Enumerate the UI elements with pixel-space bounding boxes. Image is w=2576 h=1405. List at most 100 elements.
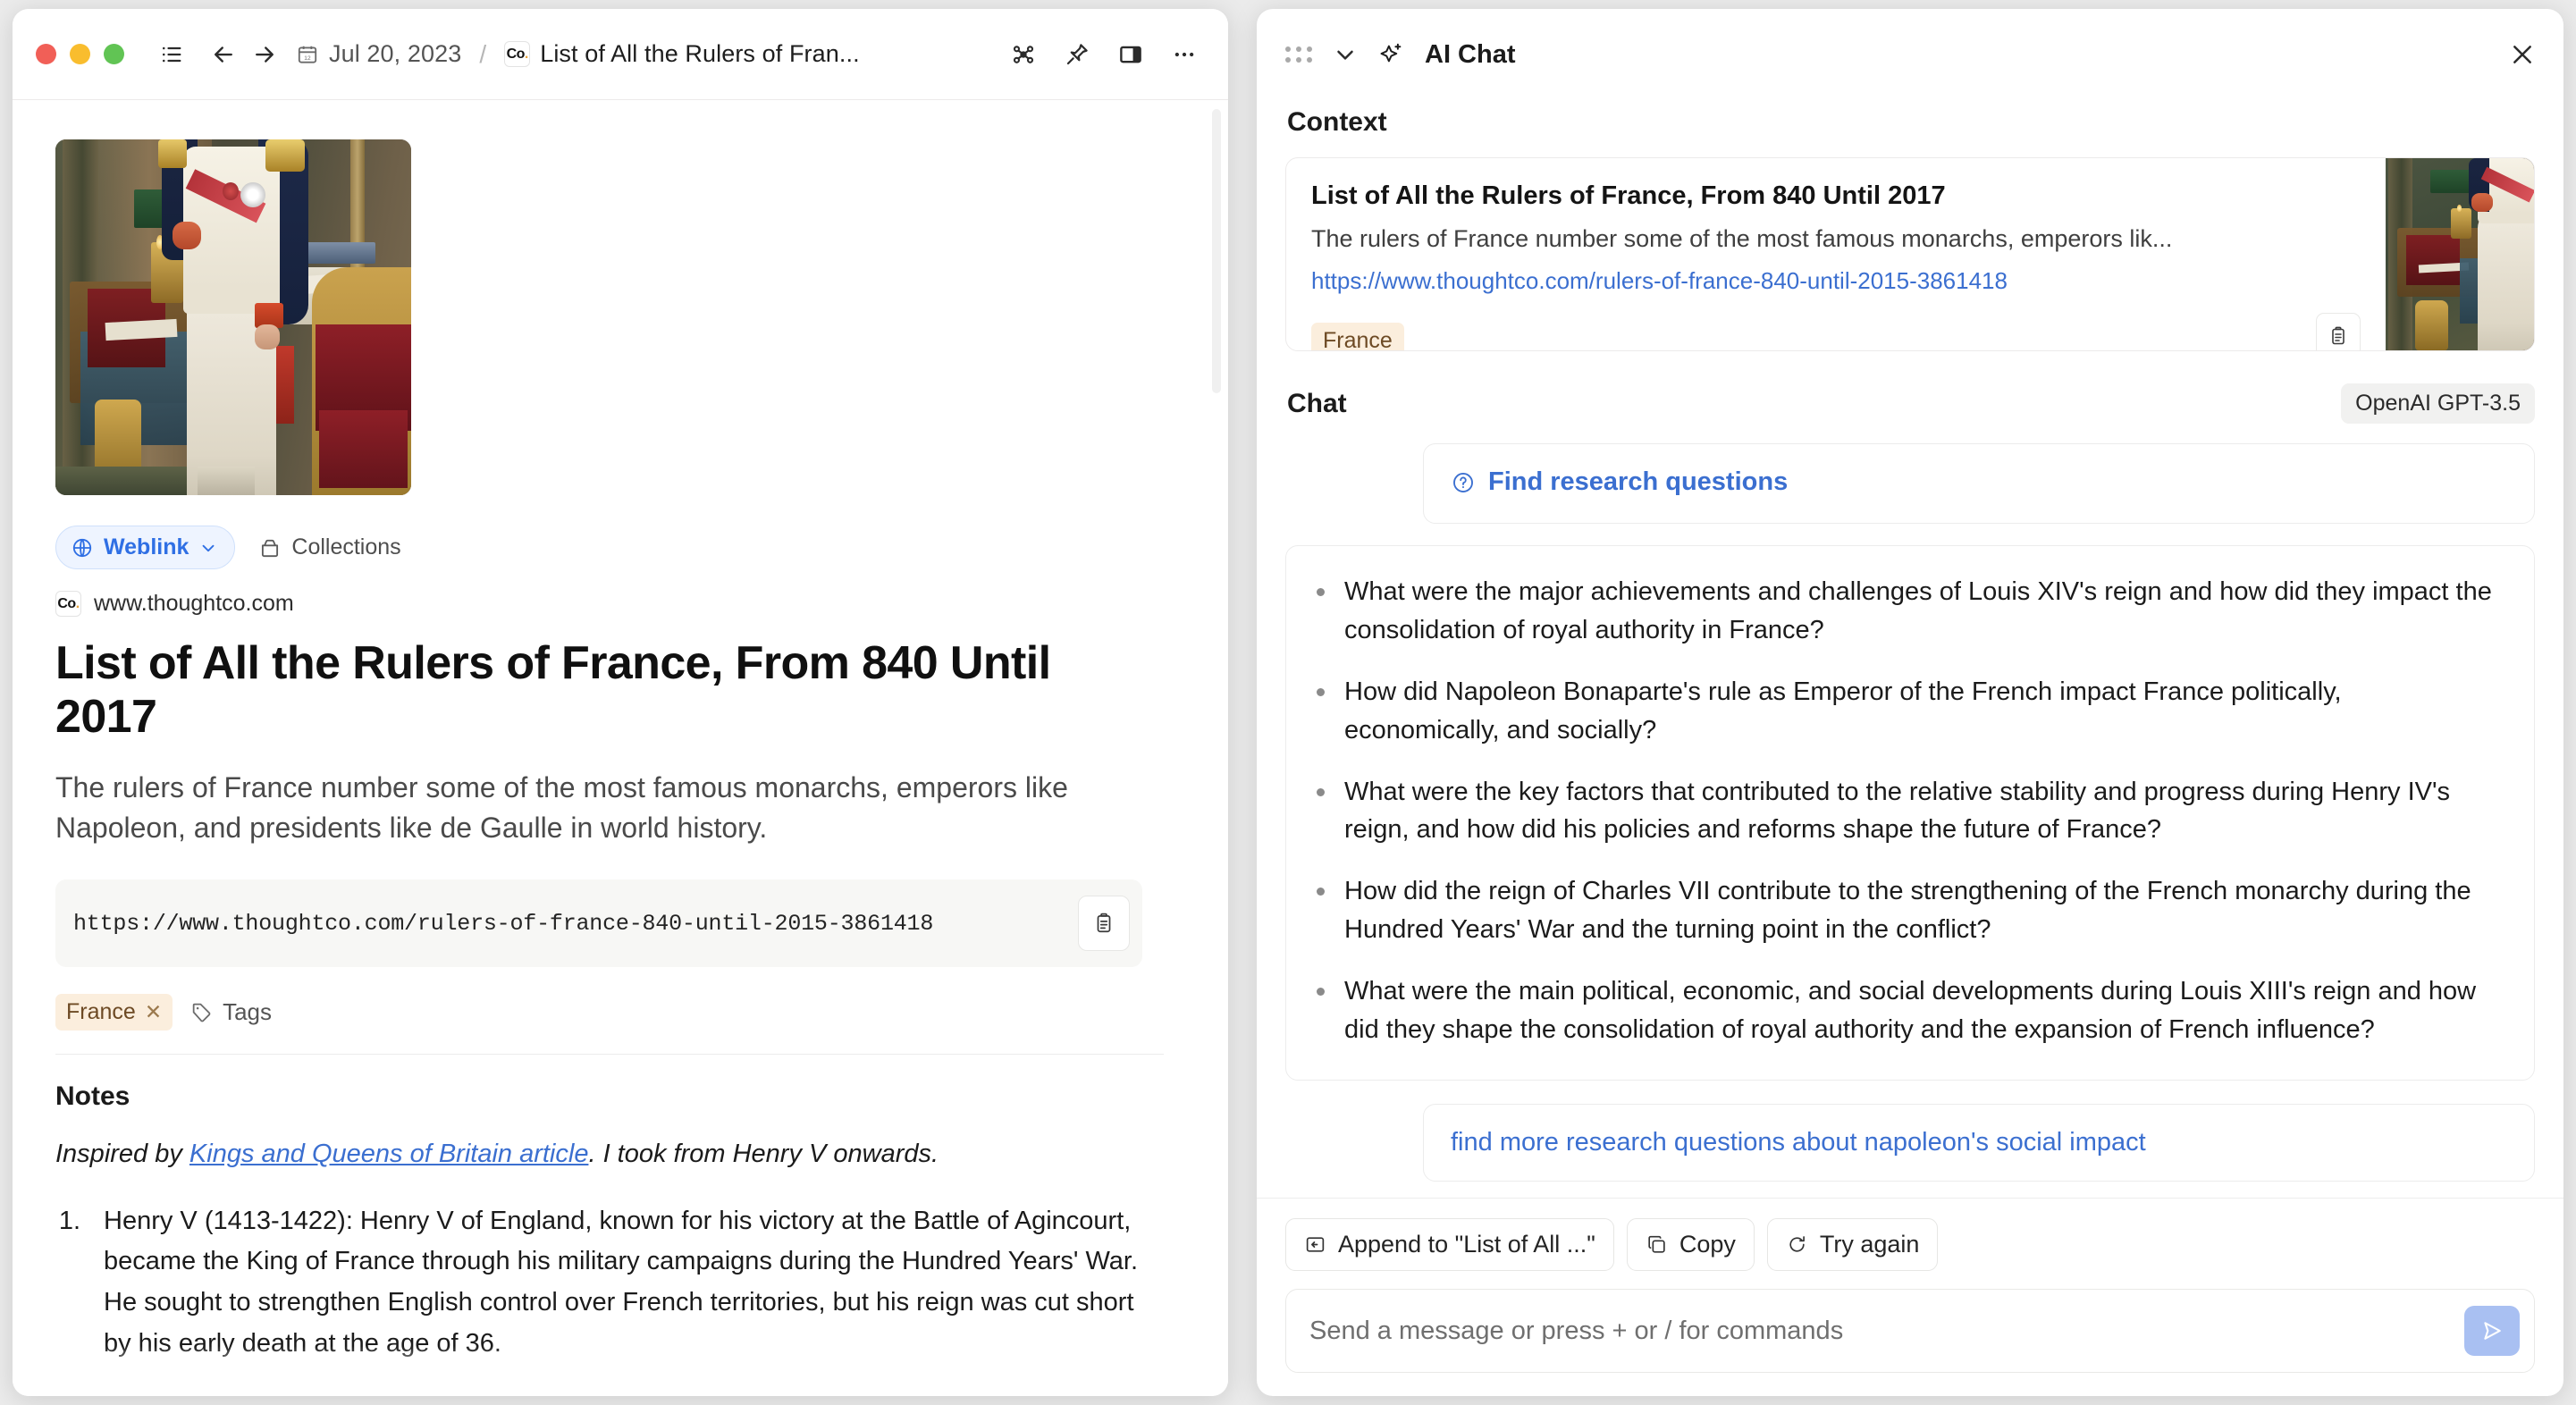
message-composer[interactable] — [1285, 1289, 2535, 1373]
notes-intro-prefix: Inspired by — [55, 1140, 189, 1169]
collections-label: Collections — [291, 534, 401, 559]
maximize-window-button[interactable] — [104, 44, 124, 64]
context-card-title: List of All the Rulers of France, From 8… — [1311, 181, 1946, 210]
document-content: Weblink Collections Co . www.thoughtco.c… — [13, 100, 1228, 1396]
traffic-lights — [36, 44, 124, 64]
page-title: List of All the Rulers of France, From 8… — [55, 637, 1051, 744]
bullet-icon — [1317, 888, 1325, 896]
archive-box-icon — [258, 536, 282, 559]
copy-icon — [1646, 1233, 1668, 1256]
copy-button[interactable]: Copy — [1626, 1218, 1755, 1271]
message-input[interactable] — [1309, 1316, 2450, 1346]
context-card-url[interactable]: https://www.thoughtco.com/rulers-of-fran… — [1311, 267, 2361, 295]
breadcrumb: 12 Jul 20, 2023 / Co. List of All the Ru… — [296, 40, 860, 69]
calendar-icon: 12 — [296, 43, 319, 66]
document-scrollbar[interactable] — [1212, 109, 1221, 393]
svg-text:12: 12 — [304, 55, 311, 61]
url-value: https://www.thoughtco.com/rulers-of-fran… — [73, 910, 934, 937]
page-description: The rulers of France number some of the … — [55, 770, 1068, 845]
context-card[interactable]: List of All the Rulers of France, From 8… — [1285, 157, 2535, 352]
type-pill-label: Weblink — [104, 534, 189, 559]
hero-image[interactable] — [55, 139, 411, 495]
notes-heading: Notes — [55, 1081, 130, 1112]
list-item-number: 1. — [58, 1206, 80, 1235]
list-item: What were the major achievements and cha… — [1317, 573, 2504, 650]
ai-chat-titlebar: AI Chat — [1257, 9, 2563, 100]
sparkle-icon — [1378, 41, 1405, 68]
titlebar-actions — [1003, 34, 1205, 75]
clipboard-icon[interactable] — [2316, 313, 2361, 351]
add-tag-button[interactable]: Tags — [190, 998, 272, 1026]
document-meta-row: Weblink Collections — [55, 526, 1185, 569]
list-item: 1. Henry V (1413-1422): Henry V of Engla… — [55, 1201, 1185, 1365]
minimize-window-button[interactable] — [70, 44, 90, 64]
research-question-text: How did the reign of Charles VII contrib… — [1344, 877, 2471, 945]
context-card-main: List of All the Rulers of France, From 8… — [1286, 158, 2386, 351]
notes-intro-suffix: . I took from Henry V onwards. — [588, 1140, 939, 1169]
split-panel-icon[interactable] — [1110, 34, 1151, 75]
ai-chat-panel: AI Chat Context List of All the Rulers o… — [1257, 9, 2563, 1396]
breadcrumb-separator: / — [479, 39, 487, 68]
bullet-icon — [1317, 687, 1325, 696]
collections-button[interactable]: Collections — [258, 534, 401, 560]
more-ellipsis-icon[interactable] — [1164, 34, 1205, 75]
assistant-message: What were the major achievements and cha… — [1285, 544, 2535, 1081]
drag-grip-icon[interactable] — [1285, 46, 1312, 63]
pin-icon[interactable] — [1056, 34, 1098, 75]
forward-arrow-icon[interactable] — [244, 34, 285, 75]
send-button[interactable] — [2464, 1306, 2520, 1356]
ai-chat-body: Context List of All the Rulers of France… — [1257, 100, 2563, 1198]
tag-chip[interactable]: France ✕ — [55, 994, 173, 1031]
breadcrumb-date-label: Jul 20, 2023 — [329, 40, 462, 67]
context-card-tag[interactable]: France — [1311, 323, 1404, 351]
list-icon[interactable] — [151, 34, 192, 75]
notes-list: 1. Henry V (1413-1422): Henry V of Engla… — [55, 1201, 1185, 1365]
append-to-note-label: Append to "List of All ..." — [1338, 1231, 1595, 1258]
globe-icon — [71, 536, 94, 559]
back-arrow-icon[interactable] — [203, 34, 244, 75]
notes-intro-link[interactable]: Kings and Queens of Britain article — [189, 1140, 589, 1168]
research-question-text: How did Napoleon Bonaparte's rule as Emp… — [1344, 677, 2342, 745]
append-icon — [1304, 1233, 1326, 1256]
copy-url-button[interactable] — [1078, 896, 1130, 952]
main-window: 12 Jul 20, 2023 / Co. List of All the Ru… — [13, 9, 1228, 1396]
list-item: How did the reign of Charles VII contrib… — [1317, 872, 2504, 949]
source-row: Co. www.thoughtco.com — [55, 591, 1185, 617]
copy-label: Copy — [1679, 1231, 1736, 1258]
close-window-button[interactable] — [36, 44, 56, 64]
followup-text[interactable]: find more research questions about napol… — [1451, 1128, 2146, 1157]
send-icon — [2479, 1318, 2504, 1343]
user-prompt-label: Find research questions — [1488, 467, 1789, 497]
context-card-thumbnail — [2386, 158, 2534, 351]
close-icon[interactable] — [2508, 40, 2537, 69]
divider — [55, 1054, 1164, 1056]
research-question-text: What were the major achievements and cha… — [1344, 576, 2492, 644]
chat-section-header: Chat OpenAI GPT-3.5 — [1285, 383, 2535, 425]
window-titlebar: 12 Jul 20, 2023 / Co. List of All the Ru… — [13, 9, 1228, 100]
tag-label: France — [66, 999, 136, 1025]
user-prompt-chip[interactable]: Find research questions — [1451, 467, 1788, 497]
model-badge[interactable]: OpenAI GPT-3.5 — [2341, 383, 2535, 425]
graph-network-icon[interactable] — [1003, 34, 1044, 75]
breadcrumb-date[interactable]: 12 Jul 20, 2023 — [296, 40, 461, 68]
remove-tag-icon[interactable]: ✕ — [145, 1000, 162, 1024]
list-item: How did Napoleon Bonaparte's rule as Emp… — [1317, 673, 2504, 750]
research-question-text: What were the key factors that contribut… — [1344, 777, 2451, 845]
chevron-down-icon — [198, 538, 218, 558]
message-actions: Append to "List of All ..." Copy Try aga… — [1285, 1199, 2535, 1289]
tags-row: France ✕ Tags — [55, 994, 1185, 1031]
bullet-icon — [1317, 787, 1325, 796]
followup-message: find more research questions about napol… — [1423, 1104, 2535, 1182]
breadcrumb-document[interactable]: Co. List of All the Rulers of Fran... — [504, 40, 860, 68]
site-favicon: Co. — [504, 41, 531, 67]
add-tag-label: Tags — [223, 998, 273, 1026]
chevron-down-icon[interactable] — [1332, 41, 1359, 68]
try-again-button[interactable]: Try again — [1766, 1218, 1939, 1271]
desktop-background: 12 Jul 20, 2023 / Co. List of All the Ru… — [0, 0, 2576, 1405]
try-again-label: Try again — [1819, 1231, 1920, 1258]
type-pill-weblink[interactable]: Weblink — [55, 526, 236, 569]
url-field[interactable]: https://www.thoughtco.com/rulers-of-fran… — [55, 879, 1142, 968]
site-favicon: Co. — [55, 591, 81, 617]
notes-intro: Inspired by Kings and Queens of Britain … — [55, 1135, 1185, 1174]
append-to-note-button[interactable]: Append to "List of All ..." — [1285, 1218, 1614, 1271]
